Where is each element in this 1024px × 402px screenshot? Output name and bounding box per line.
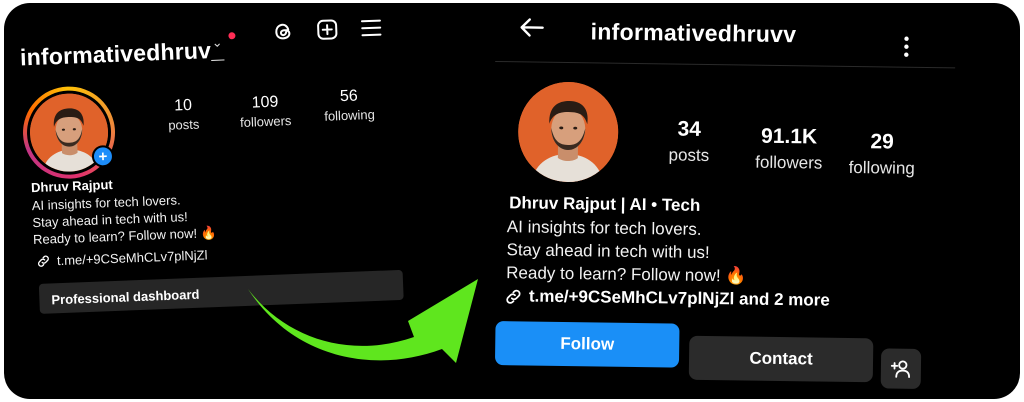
profile-link-text: t.me/+9CSeMhCLv7plNjZl and 2 more <box>528 286 830 310</box>
profile-link[interactable]: t.me/+9CSeMhCLv7plNjZl <box>36 247 208 269</box>
stat-label: following <box>324 106 376 124</box>
green-arrow-graphic <box>248 279 478 363</box>
add-user-icon <box>890 360 910 378</box>
stat-value: 56 <box>339 87 359 106</box>
threads-icon[interactable] <box>271 19 296 44</box>
stat-followers[interactable]: 91.1K followers <box>744 124 835 173</box>
more-options-icon[interactable] <box>903 35 909 59</box>
profile-link-text: t.me/+9CSeMhCLv7plNjZl <box>56 247 208 269</box>
bio-line: Stay ahead in tech with us! <box>506 240 710 263</box>
stat-label: followers <box>755 152 823 173</box>
add-story-button[interactable]: + <box>91 144 115 168</box>
stat-value: 109 <box>251 93 279 112</box>
stat-value: 91.1K <box>760 124 818 149</box>
stat-following[interactable]: 56 following <box>314 86 385 124</box>
stat-value: 29 <box>870 130 894 154</box>
link-icon <box>504 287 523 306</box>
contact-button[interactable]: Contact <box>688 335 874 383</box>
profile-link[interactable]: t.me/+9CSeMhCLv7plNjZl and 2 more <box>504 286 830 311</box>
menu-icon[interactable] <box>359 15 384 40</box>
stat-label: posts <box>167 116 200 133</box>
bio-line: Ready to learn? Follow now! 🔥 <box>506 263 747 286</box>
add-user-button[interactable] <box>880 348 922 389</box>
screenshot-frame: informativedhruv_ ⌄ + 10 posts 109 follo… <box>4 3 1020 399</box>
plus-square-icon[interactable] <box>315 17 340 42</box>
avatar[interactable] <box>517 81 619 183</box>
header-divider <box>495 60 956 69</box>
back-arrow-icon[interactable] <box>515 11 547 43</box>
profile-username: informativedhruvv <box>590 18 797 48</box>
notification-dot <box>228 32 236 40</box>
chevron-down-icon[interactable]: ⌄ <box>211 35 223 51</box>
profile-username[interactable]: informativedhruv_ <box>20 37 225 72</box>
follow-button[interactable]: Follow <box>494 321 680 368</box>
stat-value: 34 <box>677 117 702 141</box>
profile-name: Dhruv Rajput <box>30 176 113 196</box>
stat-label: following <box>848 157 915 178</box>
stat-followers[interactable]: 109 followers <box>230 93 301 131</box>
stat-label: posts <box>668 145 710 165</box>
stat-following[interactable]: 29 following <box>842 130 923 179</box>
stat-value: 10 <box>173 96 193 115</box>
new-profile-panel: informativedhruvv 34 posts 91.1K followe… <box>490 3 1019 399</box>
stat-posts[interactable]: 10 posts <box>158 96 209 133</box>
profile-name: Dhruv Rajput | AI • Tech <box>509 193 701 215</box>
stat-label: followers <box>239 113 292 131</box>
link-icon <box>36 253 52 269</box>
bio-line: AI insights for tech lovers. <box>506 217 702 239</box>
stat-posts[interactable]: 34 posts <box>654 117 725 166</box>
